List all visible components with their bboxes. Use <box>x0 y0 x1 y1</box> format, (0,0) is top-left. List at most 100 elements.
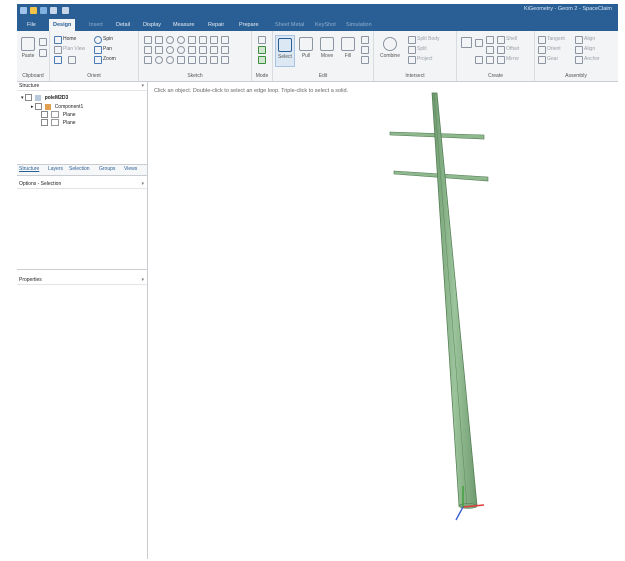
tangent-line-icon[interactable] <box>144 46 152 54</box>
project-icon[interactable] <box>408 56 416 64</box>
ellipse-tool-icon[interactable] <box>166 46 174 54</box>
checkbox[interactable] <box>24 94 32 101</box>
sweep-arc-icon[interactable] <box>177 46 185 54</box>
project-curve-icon[interactable] <box>210 46 218 54</box>
mirror-icon[interactable] <box>497 56 505 64</box>
tweak-face-icon[interactable] <box>361 56 369 64</box>
tab-views[interactable]: Views <box>124 166 137 172</box>
construction-line-icon[interactable] <box>144 56 152 64</box>
project-button[interactable]: Project <box>417 56 433 62</box>
split-line-icon[interactable] <box>221 46 229 54</box>
plan-view-button[interactable]: Plan View <box>63 46 85 52</box>
section-mode-icon[interactable] <box>258 46 266 54</box>
pan-button[interactable]: Pan <box>103 46 112 52</box>
point-tool-icon[interactable] <box>188 46 196 54</box>
tab-selection[interactable]: Selection <box>69 166 90 172</box>
bend-tool-icon[interactable] <box>199 46 207 54</box>
home-icon[interactable] <box>54 36 62 44</box>
cut-icon[interactable] <box>39 38 47 46</box>
circle-tool-icon[interactable] <box>166 36 174 44</box>
split-button[interactable]: Split <box>417 46 427 52</box>
pan-icon[interactable] <box>94 46 102 54</box>
offset-button[interactable]: Offset <box>506 46 519 52</box>
tab-keyshot[interactable]: KeyShot <box>311 19 340 31</box>
tab-structure[interactable]: Structure <box>19 166 39 172</box>
trim-tool-icon[interactable] <box>210 36 218 44</box>
shell-icon[interactable] <box>497 36 505 44</box>
tab-repair[interactable]: Repair <box>204 19 228 31</box>
point-icon[interactable] <box>486 46 494 54</box>
spin-icon[interactable] <box>94 36 102 44</box>
split-body-button[interactable]: Split Body <box>417 36 440 42</box>
tab-display[interactable]: Display <box>139 19 165 31</box>
tab-detail[interactable]: Detail <box>112 19 134 31</box>
tab-file[interactable]: File <box>23 19 40 31</box>
line-tool-icon[interactable] <box>144 36 152 44</box>
tree-item-plane[interactable]: Plane <box>41 119 76 126</box>
view-cube-icon[interactable] <box>54 56 62 64</box>
expand-icon[interactable]: ▾ <box>21 95 24 101</box>
sketch-mode-icon[interactable] <box>258 36 266 44</box>
spline-tool-icon[interactable] <box>199 36 207 44</box>
model-scene[interactable] <box>148 82 618 559</box>
new-file-icon[interactable] <box>30 7 37 14</box>
tab-measure[interactable]: Measure <box>169 19 198 31</box>
gear-button[interactable]: Gear <box>547 56 558 62</box>
tree-item-component[interactable]: ▸ Component1 <box>31 103 83 110</box>
display-style-icon[interactable] <box>68 56 76 64</box>
tab-simulation[interactable]: Simulation <box>342 19 376 31</box>
align-axis-button[interactable]: Align <box>584 46 595 52</box>
scale-sketch-icon[interactable] <box>177 56 185 64</box>
checkbox[interactable] <box>41 111 48 118</box>
zoom-icon[interactable] <box>94 56 102 64</box>
align-button[interactable]: Align <box>584 36 595 42</box>
pin-icon[interactable]: ▾ <box>141 276 144 285</box>
plane-icon[interactable] <box>461 37 472 48</box>
zoom-button[interactable]: Zoom <box>103 56 116 62</box>
three-point-rect-icon[interactable] <box>155 46 163 54</box>
spin-button[interactable]: Spin <box>103 36 113 42</box>
expand-icon[interactable]: ▸ <box>31 104 34 110</box>
align-axis-icon[interactable] <box>575 46 583 54</box>
undo-icon[interactable] <box>50 7 57 14</box>
3d-mode-icon[interactable] <box>258 56 266 64</box>
paste-button[interactable]: Paste <box>19 35 37 65</box>
mirror-sketch-icon[interactable] <box>199 56 207 64</box>
tangent-icon[interactable] <box>538 36 546 44</box>
checkbox[interactable] <box>34 103 42 110</box>
shell-button[interactable]: Shell <box>506 36 517 42</box>
corner-icon[interactable] <box>188 56 196 64</box>
tree-item-plane[interactable]: Plane <box>41 111 76 118</box>
tab-design[interactable]: Design <box>49 19 76 31</box>
mirror-button[interactable]: Mirror <box>506 56 519 62</box>
arc-tool-icon[interactable] <box>177 36 185 44</box>
blend-icon[interactable] <box>361 36 369 44</box>
redo-icon[interactable] <box>62 7 69 14</box>
offset-icon[interactable] <box>497 46 505 54</box>
polygon-tool-icon[interactable] <box>188 36 196 44</box>
orient-icon[interactable] <box>538 46 546 54</box>
gear-icon[interactable] <box>538 56 546 64</box>
pin-icon[interactable]: ▾ <box>141 180 144 189</box>
orient-button[interactable]: Orient <box>547 46 561 52</box>
fill-button[interactable]: Fill <box>339 35 357 65</box>
tab-groups[interactable]: Groups <box>99 166 115 172</box>
copy-icon[interactable] <box>39 49 47 57</box>
rectangle-tool-icon[interactable] <box>155 36 163 44</box>
save-icon[interactable] <box>40 7 47 14</box>
plan-view-icon[interactable] <box>54 46 62 54</box>
origin-icon[interactable] <box>486 36 494 44</box>
anchor-button[interactable]: Anchor <box>584 56 600 62</box>
replace-icon[interactable] <box>361 46 369 54</box>
text-sketch-icon[interactable] <box>221 56 229 64</box>
anchor-icon[interactable] <box>575 56 583 64</box>
split-body-icon[interactable] <box>408 36 416 44</box>
combine-button[interactable]: Combine <box>378 35 402 65</box>
axis-icon[interactable] <box>475 39 483 47</box>
tab-prepare[interactable]: Prepare <box>235 19 263 31</box>
offset-curve-icon[interactable] <box>221 36 229 44</box>
tab-sheet-metal[interactable]: Sheet Metal <box>271 19 308 31</box>
circular-pattern-icon[interactable] <box>486 56 494 64</box>
pull-button[interactable]: Pull <box>297 35 315 65</box>
tangent-button[interactable]: Tangent <box>547 36 565 42</box>
